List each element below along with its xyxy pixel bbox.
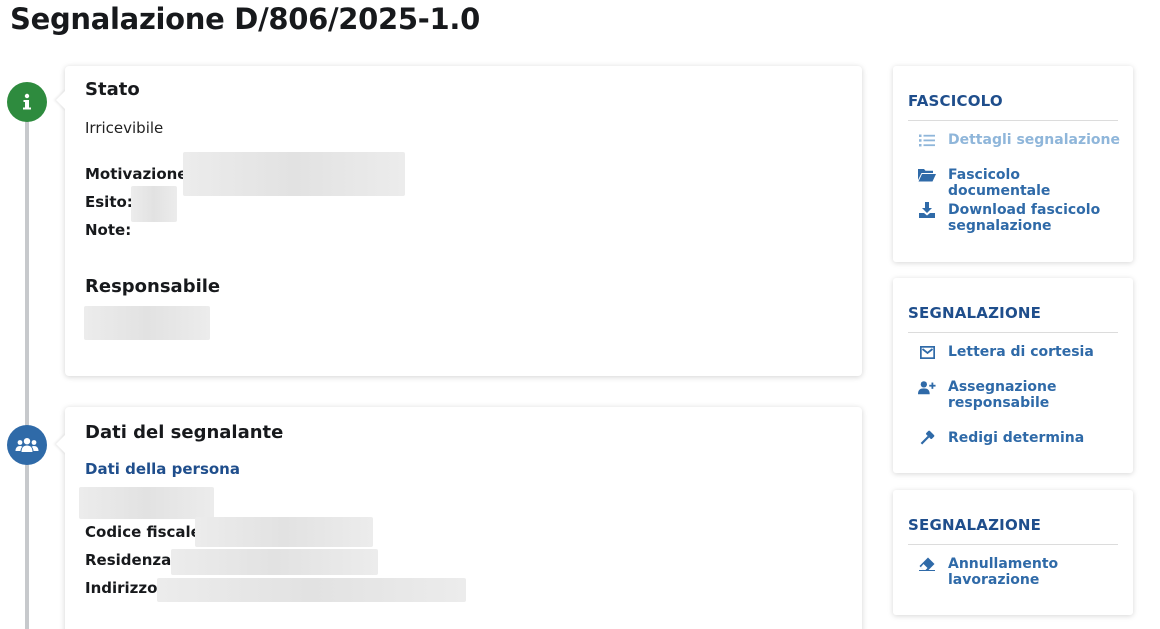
fascicolo-documentale-link[interactable]: Fascicolo documentale bbox=[918, 167, 1123, 199]
annullamento-lavorazione-link[interactable]: Annullamento lavorazione bbox=[918, 556, 1123, 588]
item-label: Redigi determina bbox=[948, 430, 1085, 446]
segnalazione-title: SEGNALAZIONE bbox=[908, 516, 1042, 534]
redigi-determina-link[interactable]: Redigi determina bbox=[918, 430, 1123, 446]
gavel-icon bbox=[918, 430, 936, 446]
info-icon bbox=[23, 93, 31, 110]
motivazione-value-redacted bbox=[183, 152, 405, 196]
item-label: Dettagli segnalazione bbox=[948, 132, 1120, 148]
users-icon bbox=[15, 438, 39, 452]
lettera-cortesia-link[interactable]: Lettera di cortesia bbox=[918, 344, 1123, 360]
responsabile-value-redacted bbox=[84, 306, 210, 340]
segnalante-heading: Dati del segnalante bbox=[85, 422, 284, 443]
segnalazione-panel-1: SEGNALAZIONE Lettera di cortesia Assegna… bbox=[893, 278, 1133, 473]
residenza-label: Residenza: bbox=[85, 551, 178, 569]
card-pointer bbox=[56, 90, 66, 110]
envelope-icon bbox=[918, 344, 936, 360]
status-value: Irricevibile bbox=[85, 119, 164, 137]
timeline-line bbox=[25, 100, 29, 629]
item-label: Lettera di cortesia bbox=[948, 344, 1094, 360]
divider bbox=[908, 544, 1118, 545]
indirizzo-redacted bbox=[157, 578, 466, 602]
assegnazione-responsabile-link[interactable]: Assegnazione responsabile bbox=[918, 379, 1123, 411]
residenza-redacted bbox=[171, 549, 378, 575]
user-plus-icon bbox=[918, 379, 936, 395]
list-icon bbox=[918, 132, 936, 148]
responsabile-heading: Responsabile bbox=[85, 276, 221, 297]
segnalante-card: Dati del segnalante Dati della persona C… bbox=[56, 407, 862, 629]
codice-fiscale-label: Codice fiscale: bbox=[85, 523, 207, 541]
note-label: Note: bbox=[85, 221, 132, 239]
dettagli-segnalazione-link[interactable]: Dettagli segnalazione bbox=[918, 132, 1123, 148]
segnalazione-title: SEGNALAZIONE bbox=[908, 304, 1042, 322]
item-label: Annullamento lavorazione bbox=[948, 556, 1059, 588]
esito-label: Esito: bbox=[85, 193, 133, 211]
stato-heading: Stato bbox=[85, 79, 140, 100]
page-title: Segnalazione D/806/2025-1.0 bbox=[10, 2, 481, 36]
eraser-icon bbox=[918, 556, 936, 572]
motivazione-label: Motivazione: bbox=[85, 165, 194, 183]
download-icon bbox=[918, 202, 936, 218]
divider bbox=[908, 332, 1118, 333]
fascicolo-title: FASCICOLO bbox=[908, 92, 1003, 110]
download-fascicolo-link[interactable]: Download fascicolo segnalazione bbox=[918, 202, 1123, 234]
codice-fiscale-redacted bbox=[195, 517, 373, 547]
segnalazione-panel-2: SEGNALAZIONE Annullamento lavorazione bbox=[893, 490, 1133, 615]
fascicolo-panel: FASCICOLO Dettagli segnalazione Fascicol… bbox=[893, 66, 1133, 262]
esito-value-redacted bbox=[131, 186, 177, 222]
dati-persona-link[interactable]: Dati della persona bbox=[85, 460, 240, 478]
persona-name-redacted bbox=[79, 487, 214, 519]
timeline-info-marker bbox=[7, 82, 47, 122]
timeline-people-marker bbox=[7, 425, 47, 465]
card-pointer bbox=[56, 434, 66, 454]
divider bbox=[908, 120, 1118, 121]
indirizzo-label: Indirizzo: bbox=[85, 579, 164, 597]
item-label: Assegnazione responsabile bbox=[948, 379, 1057, 411]
folder-open-icon bbox=[918, 167, 936, 183]
item-label: Fascicolo documentale bbox=[948, 167, 1051, 199]
stato-card: Stato Irricevibile Motivazione: Esito: N… bbox=[56, 66, 862, 376]
item-label: Download fascicolo segnalazione bbox=[948, 202, 1101, 234]
